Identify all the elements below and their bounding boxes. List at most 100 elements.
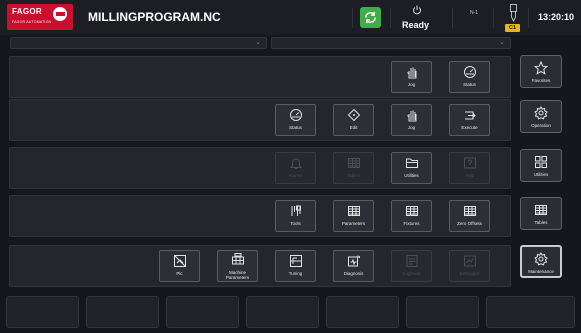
diagnosis-button[interactable]: Diagnosis <box>333 250 374 282</box>
gear-icon <box>522 252 560 266</box>
tuning-button[interactable]: Tuning <box>275 250 316 282</box>
jog-button[interactable]: Jog <box>391 61 432 93</box>
button-label: Tuning <box>288 271 303 276</box>
softkey-2[interactable] <box>86 296 159 328</box>
edit-button[interactable]: Edit <box>333 104 374 136</box>
button-label: Diagnosis <box>343 271 364 276</box>
table-icon <box>521 203 561 217</box>
softkey-4[interactable] <box>246 296 319 328</box>
star-icon <box>521 61 561 75</box>
brand-subtitle: FAGOR AUTOMATION <box>12 20 52 24</box>
power-icon <box>413 5 421 15</box>
execute-icon <box>450 108 489 122</box>
softkey-3[interactable] <box>166 296 239 328</box>
divider <box>493 8 494 28</box>
diagnosis-icon <box>334 254 373 268</box>
menu-row: Jog Status <box>9 56 511 98</box>
utilities-button[interactable]: Utilities <box>391 152 432 184</box>
status-button[interactable]: Status <box>449 61 490 93</box>
button-label: Logbook <box>402 271 421 276</box>
gauge-icon <box>450 65 489 79</box>
alarms-button: Alarms <box>275 152 316 184</box>
jog-button[interactable]: Jog <box>391 104 432 136</box>
table-icon <box>450 204 489 218</box>
button-label: Alarms <box>288 173 303 178</box>
menu-row: Tools Parameters Fixtures Zero Offsets <box>9 195 511 237</box>
table-icon <box>334 156 373 170</box>
machine-status: Ready <box>402 20 430 30</box>
selector-left[interactable]: ⌄ <box>10 37 267 49</box>
hand-icon <box>392 108 431 122</box>
cycle-start-button[interactable] <box>360 7 381 28</box>
plc-button[interactable]: Plc <box>159 250 200 282</box>
brand-mark-icon <box>53 7 67 21</box>
logbook-button: Logbook <box>391 250 432 282</box>
menu-row: Alarms Tables Utilities Help <box>9 147 511 189</box>
execute-button[interactable]: Execute <box>449 104 490 136</box>
zero-offsets-button[interactable]: Zero Offsets <box>449 200 490 232</box>
softkey-7[interactable] <box>486 296 575 328</box>
gauge-icon <box>276 108 315 122</box>
selector-right[interactable]: ⌄ <box>271 37 511 49</box>
fixtures-button[interactable]: Fixtures <box>391 200 432 232</box>
tool-badge: C1 <box>505 24 520 32</box>
button-label: Plc <box>176 271 183 276</box>
status-button[interactable]: Status <box>275 104 316 136</box>
button-label: Zero Offsets <box>457 221 482 226</box>
button-label: Jog <box>407 82 416 87</box>
softkey-6[interactable] <box>406 296 479 328</box>
button-label: Status <box>289 125 302 130</box>
sidebar-label: Favorites <box>531 78 551 83</box>
softkey-5[interactable] <box>326 296 399 328</box>
divider <box>390 8 391 28</box>
menu-row: Plc Machine Parameters Tuning Diagnosis Logb… <box>9 245 511 287</box>
button-label: Edit <box>349 125 358 130</box>
divider <box>352 8 353 28</box>
button-label: Jog <box>407 125 416 130</box>
tools-button[interactable]: Tools <box>275 200 316 232</box>
sidebar-favorites-button[interactable]: Favorites <box>520 55 562 88</box>
divider <box>452 8 453 28</box>
gear-icon <box>521 106 561 120</box>
chevron-down-icon: ⌄ <box>499 39 505 46</box>
sidebar-utilities-button[interactable]: Utilities <box>520 149 562 182</box>
machine-parameters-button[interactable]: Machine Parameters <box>217 250 258 282</box>
sidebar-label: Tables <box>534 220 548 225</box>
machine-params-icon <box>218 252 257 266</box>
softkey-1[interactable] <box>6 296 79 328</box>
sidebar-label: Utilities <box>533 172 549 177</box>
refresh-icon <box>365 11 376 24</box>
top-bar: FAGOR FAGOR AUTOMATION MILLINGPROGRAM.NC… <box>0 0 581 35</box>
grid-icon <box>521 155 561 169</box>
button-label: Help <box>464 173 475 178</box>
tables-button: Tables <box>333 152 374 184</box>
chevron-down-icon: ⌄ <box>255 39 261 46</box>
sidebar-maintenance-button[interactable]: Maintenance <box>520 245 562 278</box>
sidebar-operation-button[interactable]: Operation <box>520 100 562 133</box>
button-label: Tools <box>290 221 301 226</box>
parameters-button[interactable]: Parameters <box>333 200 374 232</box>
sidebar-label: Operation <box>531 123 551 128</box>
edit-diamond-icon <box>334 108 373 122</box>
sidebar-label: Maintenance <box>528 269 554 274</box>
table-icon <box>334 204 373 218</box>
divider <box>528 8 529 28</box>
hand-icon <box>392 65 431 79</box>
program-name: MILLINGPROGRAM.NC <box>88 10 221 24</box>
table-icon <box>392 204 431 218</box>
button-label: Fixtures <box>403 221 420 226</box>
button-label: Debugger <box>459 271 480 276</box>
button-label: Execute <box>461 125 478 130</box>
clock: 13:20:10 <box>538 12 575 22</box>
sidebar-tables-button[interactable]: Tables <box>520 197 562 230</box>
debugger-button: Debugger <box>449 250 490 282</box>
help-icon <box>450 156 489 170</box>
button-label: Parameters <box>341 221 366 226</box>
folder-icon <box>392 156 431 170</box>
button-label: Tables <box>346 173 360 178</box>
button-label: Utilities <box>404 173 419 178</box>
tool-icon <box>510 4 517 22</box>
tools-icon <box>276 204 315 218</box>
logbook-icon <box>392 254 431 268</box>
fagor-logo: FAGOR FAGOR AUTOMATION <box>7 4 73 30</box>
